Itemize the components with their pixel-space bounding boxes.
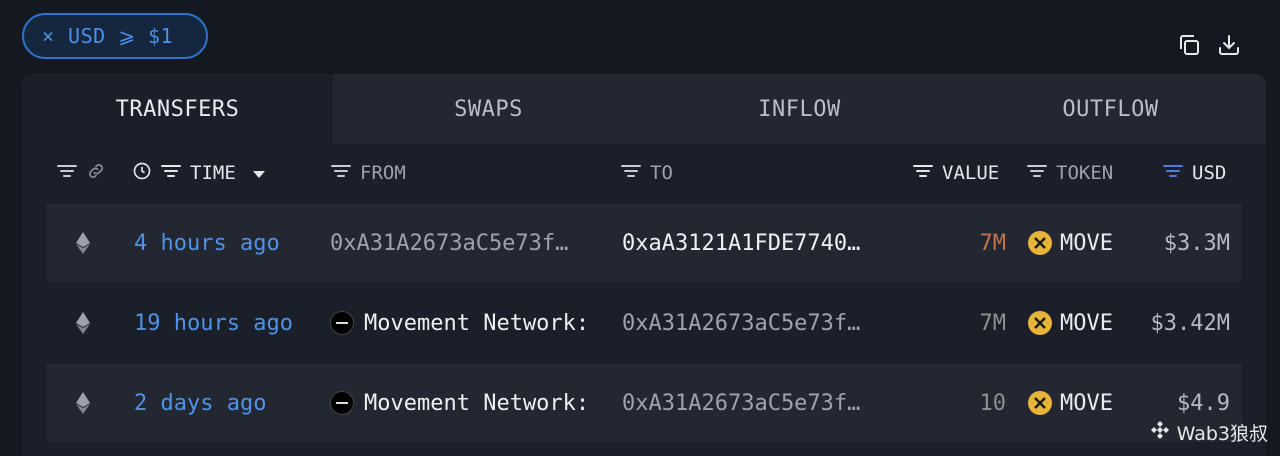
usd-amount: $3.3M (1163, 230, 1230, 256)
to-address[interactable]: 0xA31A2673aC5e73f… (622, 311, 888, 336)
copy-icon[interactable] (1176, 32, 1202, 58)
usd-filter-chip[interactable]: × USD ⩾ $1 (22, 13, 208, 59)
to-column-header[interactable]: TO (620, 162, 673, 184)
from-column-header[interactable]: FROM (330, 162, 406, 184)
filter-icon[interactable] (1026, 162, 1048, 184)
binance-logo-icon (1149, 419, 1171, 446)
table-header: TIME FROM TO VALUE TOKEN USD (22, 144, 1266, 202)
filter-icon[interactable] (56, 162, 78, 184)
token-symbol: MOVE (1060, 230, 1113, 256)
from-entity-label: Movement Network: (364, 310, 590, 336)
filter-chip-label: USD ⩾ $1 (68, 24, 174, 48)
from-entity[interactable]: Movement Network: (330, 391, 600, 416)
token-cell[interactable]: MOVE (1028, 311, 1113, 336)
clock-icon (132, 161, 152, 186)
filter-icon[interactable] (160, 162, 182, 184)
usd-header-label: USD (1192, 162, 1227, 184)
filter-icon[interactable] (1162, 162, 1184, 184)
filter-icon[interactable] (912, 162, 934, 184)
ethereum-icon (76, 312, 90, 334)
move-token-icon (1028, 231, 1052, 255)
time-link[interactable]: 4 hours ago (134, 231, 280, 256)
token-symbol: MOVE (1060, 310, 1113, 336)
from-address[interactable]: 0xA31A2673aC5e73f… (330, 231, 596, 256)
sort-desc-icon[interactable] (252, 162, 266, 184)
time-link[interactable]: 2 days ago (134, 391, 266, 416)
tab-outflow[interactable]: OUTFLOW (955, 74, 1266, 144)
to-header-label: TO (650, 162, 673, 184)
token-symbol: MOVE (1060, 390, 1113, 416)
tab-swaps[interactable]: SWAPS (333, 74, 644, 144)
from-entity-label: Movement Network: (364, 390, 590, 416)
usd-amount: $4.9 (1177, 390, 1230, 416)
toolbar (1176, 32, 1242, 58)
move-token-icon (1028, 391, 1052, 415)
token-cell[interactable]: MOVE (1028, 391, 1113, 416)
ethereum-icon (76, 392, 90, 414)
ethereum-icon (76, 232, 90, 254)
table-row[interactable]: 4 hours ago 0xA31A2673aC5e73f… 0xaA3121A… (46, 204, 1242, 282)
transactions-panel: TRANSFERS SWAPS INFLOW OUTFLOW TIME FROM… (22, 74, 1266, 456)
token-header-label: TOKEN (1056, 162, 1114, 184)
value-column-header[interactable]: VALUE (912, 162, 999, 184)
value-amount: 7M (979, 310, 1007, 336)
time-column-header[interactable]: TIME (132, 161, 266, 186)
value-amount: 10 (979, 390, 1007, 416)
from-header-label: FROM (360, 162, 406, 184)
usd-column-header[interactable]: USD (1162, 162, 1226, 184)
table-row[interactable]: 2 days ago Movement Network: 0xA31A2673a… (46, 364, 1242, 442)
value-header-label: VALUE (942, 162, 1000, 184)
filter-icon[interactable] (620, 162, 642, 184)
table-row[interactable]: 19 hours ago Movement Network: 0xA31A267… (46, 284, 1242, 362)
token-column-header[interactable]: TOKEN (1026, 162, 1113, 184)
value-amount: 7M (979, 230, 1007, 256)
filter-icon[interactable] (330, 162, 352, 184)
to-address[interactable]: 0xA31A2673aC5e73f… (622, 391, 888, 416)
time-header-label: TIME (190, 162, 236, 184)
movement-logo-icon (330, 311, 354, 335)
watermark: Wab3狼叔 (1149, 419, 1268, 446)
chain-column-header (56, 161, 106, 186)
tab-transfers[interactable]: TRANSFERS (22, 74, 333, 144)
link-icon[interactable] (86, 161, 106, 186)
movement-logo-icon (330, 391, 354, 415)
move-token-icon (1028, 311, 1052, 335)
time-link[interactable]: 19 hours ago (134, 311, 293, 336)
tab-inflow[interactable]: INFLOW (644, 74, 955, 144)
watermark-text: Wab3狼叔 (1176, 423, 1268, 445)
token-cell[interactable]: MOVE (1028, 231, 1113, 256)
to-address[interactable]: 0xaA3121A1FDE7740… (622, 231, 888, 256)
usd-amount: $3.42M (1150, 310, 1230, 336)
close-icon[interactable]: × (42, 24, 54, 48)
tab-bar: TRANSFERS SWAPS INFLOW OUTFLOW (22, 74, 1266, 144)
download-icon[interactable] (1216, 32, 1242, 58)
from-entity[interactable]: Movement Network: (330, 311, 600, 336)
